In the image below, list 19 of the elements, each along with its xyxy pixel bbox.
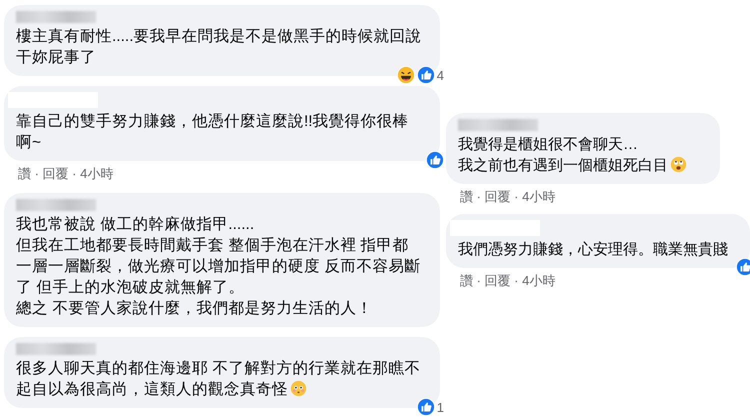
reaction-count: 1 bbox=[436, 400, 444, 414]
comment-text: 但我在工地都要長時間戴手套 整個手泡在汗水裡 指甲都 bbox=[16, 236, 410, 256]
comment-actions: 讚 · 回覆 · 4小時 bbox=[459, 188, 556, 206]
comment-actions: 讚 · 回覆 · 4小時 bbox=[459, 272, 556, 290]
comment-text: 靠自己的雙手努力賺錢，他憑什麼這麼說!!我覺得你很棒 bbox=[16, 112, 410, 132]
comment-text: 樓主真有耐性.....要我早在問我是不是做黑手的時候就回說 bbox=[16, 26, 423, 47]
comment-text: 一層一層斷裂，做光療可以增加指甲的硬度 反而不容易斷 bbox=[16, 257, 422, 277]
comment-text: 干妳屁事了 bbox=[16, 48, 97, 68]
comment-text: 了 但手上的水泡破皮就無解了。 bbox=[16, 278, 246, 298]
comment-text: 我們憑努力賺錢，心安理得。職業無貴賤 bbox=[458, 240, 729, 260]
comment-text: 起自以為很高尚，這類人的觀念真奇怪 bbox=[16, 379, 428, 400]
comment-text: 啊~ bbox=[16, 133, 42, 153]
comment-text: 我覺得是櫃姐很不會聊天… bbox=[458, 135, 639, 155]
comment-text: 我之前也有遇到一個櫃姐死白目 bbox=[458, 155, 708, 176]
comment-text: 總之 不要管人家說什麼，我們都是努力生活的人！ bbox=[16, 299, 374, 319]
comment-actions: 讚 · 回覆 · 4小時 bbox=[17, 165, 114, 183]
comment-text: 很多人聊天真的都住海邊耶 不了解對方的行業就在那瞧不 bbox=[16, 359, 422, 379]
reaction-count: 4 bbox=[436, 68, 444, 82]
comment-text: 我也常被說 做工的幹麻做指甲...... bbox=[16, 215, 256, 235]
